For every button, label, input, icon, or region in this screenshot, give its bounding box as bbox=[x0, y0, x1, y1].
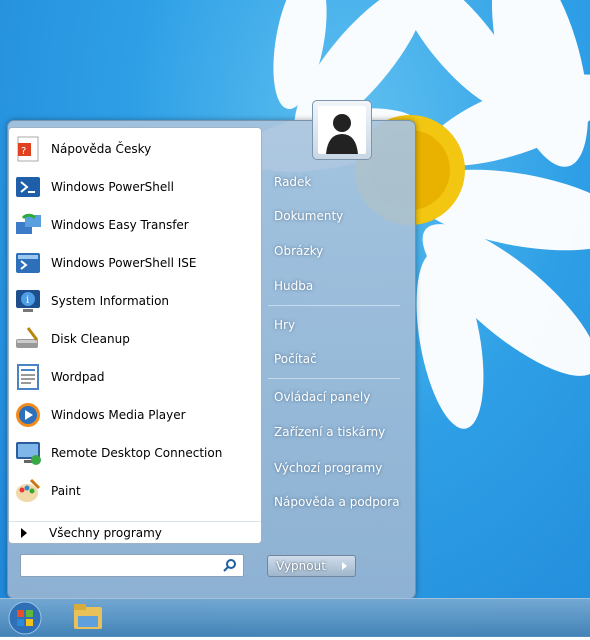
user-silhouette-icon bbox=[326, 114, 358, 154]
right-item-help-support[interactable]: Nápověda a podpora bbox=[274, 495, 400, 509]
right-item-music[interactable]: Hudba bbox=[274, 279, 313, 293]
easy-transfer-icon bbox=[13, 210, 43, 240]
disk-cleanup-icon bbox=[13, 324, 43, 354]
right-item-computer[interactable]: Počítač bbox=[274, 352, 317, 366]
program-item-napoveda[interactable]: ? Nápověda Česky bbox=[9, 131, 261, 167]
program-label: Paint bbox=[51, 484, 81, 498]
program-label: Nápověda Česky bbox=[51, 142, 152, 156]
svg-text:?: ? bbox=[21, 146, 26, 157]
program-item-wordpad[interactable]: Wordpad bbox=[9, 359, 261, 395]
shutdown-button[interactable]: Vypnout bbox=[267, 555, 335, 577]
program-item-powershell-ise[interactable]: Windows PowerShell ISE bbox=[9, 245, 261, 281]
program-label: Windows Easy Transfer bbox=[51, 218, 189, 232]
program-item-paint[interactable]: Paint bbox=[9, 473, 261, 509]
right-item-control-panel[interactable]: Ovládací panely bbox=[274, 390, 370, 404]
all-programs-label: Všechny programy bbox=[49, 526, 162, 540]
program-item-media-player[interactable]: Windows Media Player bbox=[9, 397, 261, 433]
program-label: Windows PowerShell bbox=[51, 180, 174, 194]
program-item-system-information[interactable]: i System Information bbox=[9, 283, 261, 319]
triangle-right-icon bbox=[21, 528, 27, 538]
shutdown-options-button[interactable] bbox=[333, 555, 356, 577]
separator bbox=[268, 378, 400, 379]
svg-text:i: i bbox=[26, 295, 29, 306]
wordpad-icon bbox=[13, 362, 43, 392]
search-input[interactable] bbox=[20, 554, 244, 577]
programs-pane: ? Nápověda Česky Windows PowerShell Wind… bbox=[8, 127, 262, 544]
user-avatar[interactable] bbox=[312, 100, 372, 160]
file-explorer-icon[interactable] bbox=[70, 600, 106, 634]
powershell-icon bbox=[13, 172, 43, 202]
program-label: Remote Desktop Connection bbox=[51, 446, 223, 460]
right-item-devices-printers[interactable]: Zařízení a tiskárny bbox=[274, 425, 385, 439]
program-label: System Information bbox=[51, 294, 170, 308]
program-item-remote-desktop[interactable]: Remote Desktop Connection bbox=[9, 435, 261, 471]
right-item-user[interactable]: Radek bbox=[274, 175, 311, 189]
media-player-icon bbox=[13, 400, 43, 430]
triangle-right-icon bbox=[341, 562, 347, 570]
program-item-powershell[interactable]: Windows PowerShell bbox=[9, 169, 261, 205]
remote-desktop-icon bbox=[13, 438, 43, 468]
system-information-icon: i bbox=[13, 286, 43, 316]
all-programs-button[interactable]: Všechny programy bbox=[9, 521, 261, 544]
right-item-default-programs[interactable]: Výchozí programy bbox=[274, 461, 382, 475]
program-label: Windows PowerShell ISE bbox=[51, 256, 197, 270]
powershell-ise-icon bbox=[13, 248, 43, 278]
right-item-pictures[interactable]: Obrázky bbox=[274, 244, 323, 258]
program-item-disk-cleanup[interactable]: Disk Cleanup bbox=[9, 321, 261, 357]
program-item-easy-transfer[interactable]: Windows Easy Transfer bbox=[9, 207, 261, 243]
right-item-games[interactable]: Hry bbox=[274, 318, 295, 332]
help-book-icon: ? bbox=[13, 134, 43, 164]
start-orb-icon[interactable] bbox=[7, 600, 43, 636]
separator bbox=[268, 305, 400, 306]
program-label: Disk Cleanup bbox=[51, 332, 130, 346]
right-item-documents[interactable]: Dokumenty bbox=[274, 209, 343, 223]
paint-icon bbox=[13, 476, 43, 506]
program-label: Windows Media Player bbox=[51, 408, 186, 422]
search-icon[interactable] bbox=[223, 558, 237, 572]
program-label: Wordpad bbox=[51, 370, 105, 384]
